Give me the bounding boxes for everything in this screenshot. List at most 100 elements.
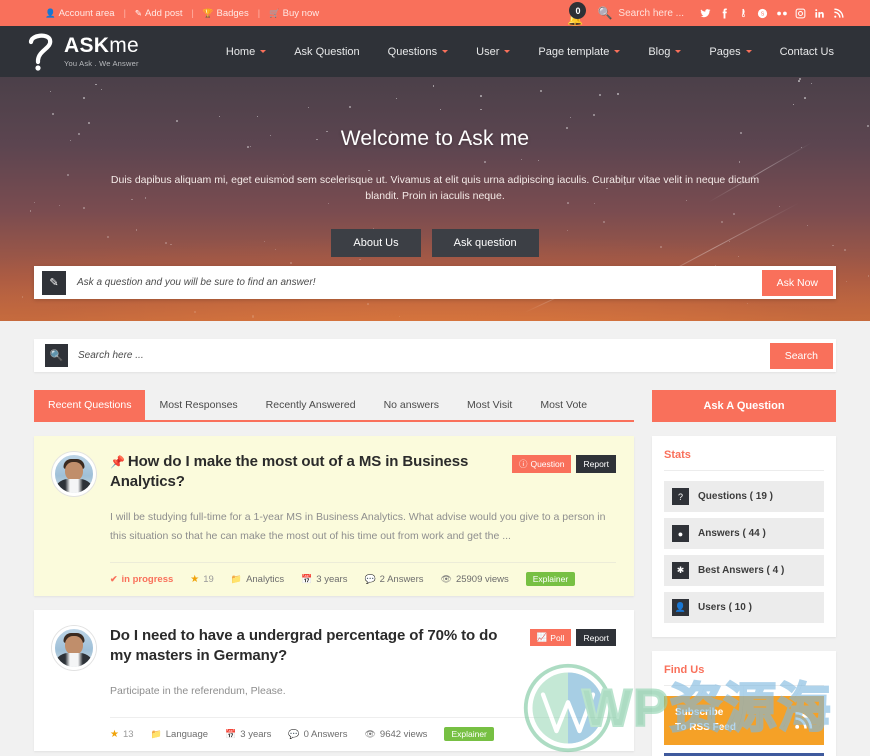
- search-input[interactable]: Search here ...: [78, 350, 770, 361]
- find-us-widget: Find Us Subscribe To RSS Feed: [652, 651, 836, 756]
- topbar-link-label: Account area: [58, 7, 115, 19]
- nav-item-blog[interactable]: Blog: [634, 46, 695, 58]
- question-card[interactable]: 📌 How do I make the most out of a MS in B…: [34, 436, 634, 597]
- topbar-link-add-post[interactable]: ✎ Add post: [126, 8, 192, 19]
- tab-no-answers[interactable]: No answers: [370, 390, 453, 420]
- topbar-search[interactable]: 🔍 Search here ...: [597, 6, 684, 20]
- ask-question-input[interactable]: Ask a question and you will be sure to f…: [77, 277, 762, 288]
- nav-item-home[interactable]: Home: [212, 46, 280, 58]
- nav-item-user[interactable]: User: [462, 46, 524, 58]
- question-title[interactable]: 📌 How do I make the most out of a MS in B…: [110, 452, 504, 492]
- search-bar: 🔍 Search here ... Search: [34, 339, 836, 372]
- nav-label: Blog: [648, 45, 671, 58]
- question-badges: ⓘ Question Report: [511, 452, 616, 473]
- meta-views-label: 25909 views: [455, 573, 509, 585]
- question-header: 📌 How do I make the most out of a MS in B…: [52, 452, 616, 546]
- question-card[interactable]: Do I need to have a undergrad percentage…: [34, 610, 634, 752]
- pencil-icon: ✎: [42, 270, 66, 295]
- topbar-link-buy-now[interactable]: 🛒 Buy now: [260, 8, 328, 19]
- question-type-badge[interactable]: 📈 Poll: [529, 629, 572, 647]
- flickr-icon[interactable]: [772, 2, 791, 24]
- nav-item-questions[interactable]: Questions: [374, 46, 463, 58]
- stat-row-best-answers[interactable]: ✱ Best Answers ( 4 ): [664, 555, 824, 586]
- avatar[interactable]: [52, 452, 96, 496]
- chevron-down-icon: [745, 50, 752, 53]
- linkedin-icon[interactable]: [810, 2, 829, 24]
- ask-question-bar: ✎ Ask a question and you will be sure to…: [34, 266, 836, 299]
- facebook-follow-button[interactable]: [664, 753, 824, 756]
- meta-views: 👁 9642 views: [364, 729, 427, 740]
- meta-status-label: in progress: [121, 573, 174, 585]
- ask-now-button[interactable]: Ask Now: [761, 269, 833, 296]
- tab-most-vote[interactable]: Most Vote: [526, 390, 601, 420]
- tab-most-responses[interactable]: Most Responses: [145, 390, 251, 420]
- star-icon: ★: [110, 728, 119, 740]
- search-icon: 🔍: [45, 344, 68, 367]
- ask-a-question-button[interactable]: Ask A Question: [652, 390, 836, 422]
- meta-votes-count: 13: [122, 728, 134, 740]
- tab-most-visit[interactable]: Most Visit: [453, 390, 526, 420]
- logo[interactable]: ASKme You Ask . We Answer: [28, 33, 139, 71]
- site-header: ASKme You Ask . We Answer Home Ask Quest…: [0, 26, 870, 77]
- skype-icon[interactable]: S: [753, 2, 772, 24]
- rss-subscribe-button[interactable]: Subscribe To RSS Feed: [664, 696, 824, 745]
- meta-votes: ★ 13: [110, 729, 134, 740]
- rss-label: Subscribe To RSS Feed: [675, 706, 736, 735]
- tab-recently-answered[interactable]: Recently Answered: [252, 390, 370, 420]
- facebook-icon[interactable]: [715, 2, 734, 24]
- nav-label: Page template: [538, 45, 610, 58]
- nav-label: Ask Question: [294, 45, 360, 58]
- stat-row-questions[interactable]: ? Questions ( 19 ): [664, 481, 824, 512]
- nav-item-ask-question[interactable]: Ask Question: [280, 46, 373, 58]
- topbar-link-label: Buy now: [282, 7, 320, 19]
- youtube-icon[interactable]: [734, 2, 753, 24]
- avatar[interactable]: [52, 626, 96, 671]
- question-icon: ?: [672, 488, 689, 505]
- stat-row-answers[interactable]: ● Answers ( 44 ): [664, 518, 824, 549]
- nav-label: Questions: [387, 45, 438, 58]
- logo-thin: me: [109, 34, 140, 57]
- logo-text: ASKme You Ask . We Answer: [64, 35, 139, 68]
- topbar-link-account[interactable]: 👤 Account area: [36, 8, 124, 19]
- twitter-icon[interactable]: [696, 2, 715, 24]
- chevron-down-icon: [614, 50, 621, 53]
- tab-recent-questions[interactable]: Recent Questions: [34, 390, 146, 420]
- question-meta: ★ 13 📁 Language 📅 3 years 💬 0 Answers 👁 9642 …: [110, 717, 616, 742]
- about-us-button[interactable]: About Us: [331, 228, 421, 257]
- pencil-icon: ✎: [134, 7, 143, 18]
- question-type-label: Poll: [550, 632, 565, 643]
- columns: Recent Questions Most Responses Recently…: [34, 390, 836, 756]
- nav-item-contact-us[interactable]: Contact Us: [766, 46, 848, 58]
- star-icon: ★: [190, 573, 200, 585]
- report-button[interactable]: Report: [576, 455, 616, 473]
- role-badge: Explainer: [444, 727, 494, 742]
- rss-icon[interactable]: [829, 2, 848, 24]
- nav-label: User: [476, 45, 500, 58]
- chevron-down-icon: [504, 50, 511, 53]
- question-meta: ✔ in progress ★ 19 📁 Analytics 📅 3 years 💬 2 …: [110, 562, 616, 587]
- topbar-link-badges[interactable]: 🏆 Badges: [194, 8, 258, 19]
- logo-title: ASKme: [64, 35, 139, 56]
- stat-label: Best Answers ( 4 ): [698, 565, 785, 576]
- search-button[interactable]: Search: [769, 342, 833, 369]
- stat-row-users[interactable]: 👤 Users ( 10 ): [664, 592, 824, 623]
- report-button[interactable]: Report: [576, 629, 616, 647]
- ask-question-button[interactable]: Ask question: [431, 228, 539, 257]
- question-title[interactable]: Do I need to have a undergrad percentage…: [110, 626, 522, 666]
- notification-bell[interactable]: 🔔 0: [555, 0, 595, 26]
- question-excerpt: Participate in the referendum, Please.: [110, 685, 286, 698]
- user-icon: 👤: [45, 7, 56, 18]
- meta-category[interactable]: 📁 Analytics: [231, 574, 284, 585]
- role-badge: Explainer: [525, 572, 576, 587]
- nav-item-page-template[interactable]: Page template: [524, 46, 634, 58]
- meta-age-label: 3 years: [240, 728, 272, 740]
- star-icon: ✱: [672, 562, 689, 579]
- avatar-body: [55, 653, 93, 668]
- instagram-icon[interactable]: [791, 2, 810, 24]
- meta-category[interactable]: 📁 Language: [151, 729, 209, 740]
- eye-icon: 👁: [440, 573, 452, 584]
- nav-item-pages[interactable]: Pages: [695, 46, 765, 58]
- top-bar-links: 👤 Account area | ✎ Add post | 🏆 Badges |…: [36, 8, 328, 19]
- question-type-badge[interactable]: ⓘ Question: [511, 455, 572, 473]
- user-icon: 👤: [672, 599, 689, 616]
